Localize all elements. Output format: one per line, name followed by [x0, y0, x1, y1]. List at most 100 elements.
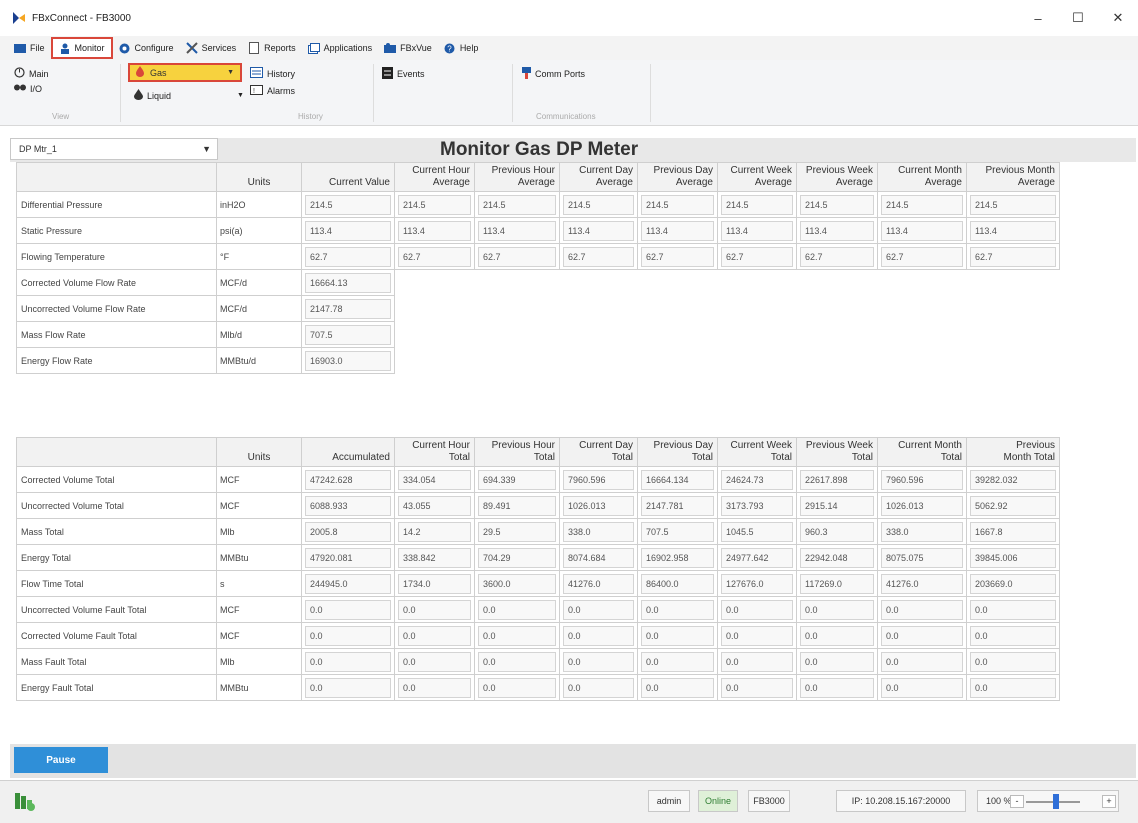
total-cell: 0.0	[877, 622, 967, 649]
total-value-field: 0.0	[478, 599, 556, 620]
ribbon-alarms[interactable]: ! Alarms	[250, 85, 295, 97]
ribbon-alarms-label: Alarms	[267, 86, 296, 96]
ribbon-io[interactable]: I/O	[14, 83, 42, 94]
accumulated-cell: 244945.0	[301, 570, 395, 597]
menu-configure[interactable]: Configure	[113, 37, 180, 59]
menu-reports-label: Reports	[264, 43, 296, 53]
zoom-level: 100 %	[986, 796, 1012, 806]
menu-file[interactable]: File	[8, 37, 51, 59]
status-user: admin	[648, 790, 690, 812]
meter-select[interactable]: DP Mtr_1 ▼	[10, 138, 218, 160]
average-value-field: 62.7	[478, 246, 556, 267]
rates-header-average: Current Hour Average	[394, 162, 475, 192]
total-value-field: 7960.596	[881, 469, 963, 490]
window-title: FBxConnect - FB3000	[32, 12, 131, 24]
total-cell: 86400.0	[637, 570, 718, 597]
total-value-field: 8075.075	[881, 547, 963, 568]
rates-header-average: Current Week Average	[717, 162, 797, 192]
average-value-field: 214.5	[563, 194, 634, 215]
average-value-field: 214.5	[721, 194, 793, 215]
total-cell: 0.0	[559, 674, 638, 701]
zoom-slider-handle[interactable]	[1053, 794, 1059, 809]
total-cell: 1667.8	[966, 518, 1060, 545]
row-units: MMBtu/d	[216, 347, 302, 374]
totals-header-period-line1: Previous Hour	[491, 440, 555, 451]
menu-fbxvue[interactable]: FBxVue	[378, 37, 438, 59]
ribbon-comm-ports[interactable]: Comm Ports	[522, 67, 585, 81]
close-button[interactable]: ✕	[1098, 0, 1138, 36]
rates-header-average-line1: Previous Month	[985, 165, 1055, 176]
ribbon-main[interactable]: Main	[14, 67, 49, 80]
total-cell: 0.0	[717, 648, 797, 675]
total-cell: 22942.048	[796, 544, 878, 571]
totals-header-units: Units	[216, 437, 302, 467]
current-value-field: 113.4	[305, 220, 391, 241]
ribbon-separator	[120, 64, 121, 122]
total-value-field: 5062.92	[970, 495, 1056, 516]
total-cell: 0.0	[966, 596, 1060, 623]
total-value-field: 22942.048	[800, 547, 874, 568]
menu-monitor[interactable]: Monitor	[50, 37, 113, 59]
value-cell: 2147.78	[301, 295, 395, 322]
ribbon-events-label: Events	[397, 69, 425, 79]
total-cell: 0.0	[796, 596, 878, 623]
maximize-button[interactable]: ☐	[1058, 0, 1098, 36]
totals-header-period: Previous Hour Total	[474, 437, 560, 467]
meter-select-value: DP Mtr_1	[19, 144, 57, 154]
accumulated-value-field: 6088.933	[305, 495, 391, 516]
current-value-field: 16903.0	[305, 350, 391, 371]
ribbon-events[interactable]: Events	[382, 67, 425, 81]
totals-header-period-line1: Current Hour	[412, 440, 470, 451]
total-cell: 3600.0	[474, 570, 560, 597]
total-value-field: 1734.0	[398, 573, 471, 594]
total-cell: 0.0	[717, 596, 797, 623]
total-value-field: 0.0	[398, 599, 471, 620]
row-label: Uncorrected Volume Total	[16, 492, 217, 519]
rates-header-average-line1: Previous Week	[805, 165, 873, 176]
total-cell: 0.0	[394, 622, 475, 649]
accumulated-cell: 0.0	[301, 596, 395, 623]
table-row: Static Pressure psi(a) 113.4 113.4 113.4 113.…	[16, 217, 1060, 244]
total-value-field: 24977.642	[721, 547, 793, 568]
minimize-button[interactable]: –	[1018, 0, 1058, 36]
zoom-out-button[interactable]: -	[1010, 795, 1024, 808]
row-label: Mass Flow Rate	[16, 321, 217, 348]
ribbon-group-communications: Communications	[536, 112, 596, 121]
menu-help[interactable]: ? Help	[438, 37, 485, 59]
total-value-field: 7960.596	[563, 469, 634, 490]
history-icon	[250, 67, 263, 80]
total-cell: 338.0	[559, 518, 638, 545]
total-cell: 3173.793	[717, 492, 797, 519]
rates-header-average-line2: Average	[432, 177, 470, 188]
total-value-field: 0.0	[721, 625, 793, 646]
help-icon: ?	[444, 42, 456, 54]
total-cell: 694.339	[474, 466, 560, 493]
menu-reports[interactable]: Reports	[242, 37, 302, 59]
total-value-field: 41276.0	[881, 573, 963, 594]
table-row: Uncorrected Volume Flow Rate MCF/d 2147.78	[16, 295, 1060, 322]
menu-applications[interactable]: Applications	[302, 37, 379, 59]
total-value-field: 1026.013	[563, 495, 634, 516]
ribbon-history[interactable]: History	[250, 67, 295, 80]
total-cell: 0.0	[637, 622, 718, 649]
pause-button[interactable]: Pause	[14, 747, 108, 773]
row-label: Uncorrected Volume Fault Total	[16, 596, 217, 623]
ribbon-gas-button[interactable]: Gas ▼	[128, 63, 242, 82]
total-cell: 2147.781	[637, 492, 718, 519]
row-units: Mlb	[216, 518, 302, 545]
total-value-field: 39845.006	[970, 547, 1056, 568]
ribbon-separator	[512, 64, 513, 122]
table-row: Mass Flow Rate Mlb/d 707.5	[16, 321, 1060, 348]
menu-services[interactable]: Services	[180, 37, 243, 59]
total-value-field: 0.0	[881, 651, 963, 672]
average-cell: 62.7	[559, 243, 638, 270]
menu-file-label: File	[30, 43, 45, 53]
total-cell: 127676.0	[717, 570, 797, 597]
total-value-field: 0.0	[641, 599, 714, 620]
totals-header-period: Previous Month Total	[966, 437, 1060, 467]
totals-header-period-line1: Previous	[1016, 440, 1055, 451]
ribbon-liquid[interactable]: Liquid ▼	[134, 89, 244, 102]
zoom-in-button[interactable]: +	[1102, 795, 1116, 808]
menu-fbxvue-label: FBxVue	[400, 43, 432, 53]
totals-header-period: Current Week Total	[717, 437, 797, 467]
